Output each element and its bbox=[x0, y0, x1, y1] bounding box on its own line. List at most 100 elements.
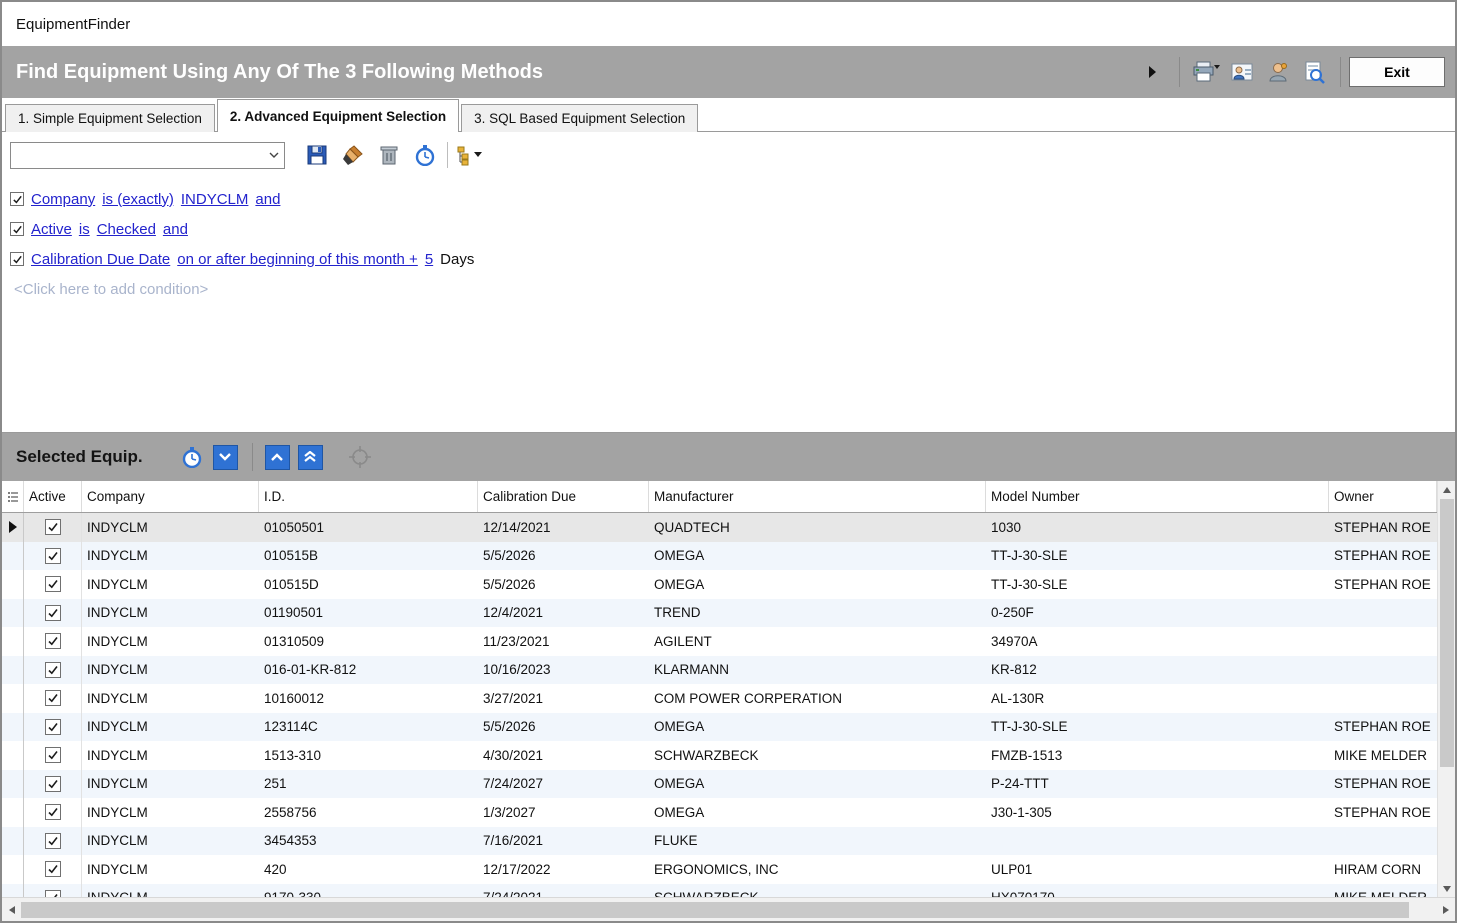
scroll-up-arrow[interactable] bbox=[1438, 481, 1455, 498]
checkbox[interactable] bbox=[45, 747, 61, 763]
field-list-icon[interactable] bbox=[452, 140, 488, 170]
checkbox[interactable] bbox=[45, 662, 61, 678]
table-row[interactable]: INDYCLM0105050112/14/2021QUADTECH1030STE… bbox=[2, 513, 1437, 542]
column-header-calibration-due[interactable]: Calibration Due bbox=[478, 481, 649, 512]
checkbox[interactable] bbox=[45, 890, 61, 897]
checkbox[interactable] bbox=[45, 576, 61, 592]
table-row[interactable]: INDYCLM2517/24/2027OMEGAP-24-TTTSTEPHAN … bbox=[2, 770, 1437, 799]
checkbox[interactable] bbox=[10, 222, 24, 236]
table-row[interactable]: INDYCLM1513-3104/30/2021SCHWARZBECKFMZB-… bbox=[2, 741, 1437, 770]
cell-owner: STEPHAN ROE bbox=[1329, 520, 1437, 535]
cell-id: 2558756 bbox=[259, 805, 478, 820]
checkbox[interactable] bbox=[45, 804, 61, 820]
condition-link[interactable]: Calibration Due Date bbox=[31, 251, 170, 268]
condition-list: Company is (exactly) INDYCLM and Active is Che… bbox=[10, 184, 1455, 274]
filter-preset-combobox[interactable] bbox=[10, 142, 285, 169]
checkbox[interactable] bbox=[45, 719, 61, 735]
condition-link[interactable]: Company bbox=[31, 191, 95, 208]
selected-equipment-bar: Selected Equip. bbox=[2, 433, 1455, 481]
stopwatch-icon[interactable] bbox=[407, 140, 443, 170]
scroll-down-arrow[interactable] bbox=[1438, 880, 1455, 897]
add-condition-link[interactable]: <Click here to add condition> bbox=[10, 274, 1455, 304]
row-indicator bbox=[2, 542, 24, 571]
chevron-down-button[interactable] bbox=[213, 445, 238, 470]
table-row[interactable]: INDYCLM25587561/3/2027OMEGAJ30-1-305STEP… bbox=[2, 798, 1437, 827]
condition-link[interactable]: is (exactly) bbox=[102, 191, 174, 208]
cell-manufacturer: OMEGA bbox=[649, 805, 986, 820]
checkbox[interactable] bbox=[45, 548, 61, 564]
checkbox[interactable] bbox=[10, 252, 24, 266]
row-indicator bbox=[2, 713, 24, 742]
expander-arrow-icon[interactable] bbox=[1141, 55, 1163, 89]
column-header-i-d[interactable]: I.D. bbox=[259, 481, 478, 512]
grid-menu-icon[interactable] bbox=[2, 481, 24, 512]
checkbox[interactable] bbox=[45, 776, 61, 792]
active-checkbox-cell bbox=[24, 741, 82, 770]
condition-link[interactable]: INDYCLM bbox=[181, 191, 249, 208]
user-card-icon[interactable] bbox=[1224, 55, 1260, 89]
cell-company: INDYCLM bbox=[82, 805, 259, 820]
condition-link[interactable]: Checked bbox=[97, 221, 156, 238]
tab-2-advanced-equipment-selection[interactable]: 2. Advanced Equipment Selection bbox=[217, 99, 459, 132]
condition-link[interactable]: and bbox=[163, 221, 188, 238]
vertical-scrollbar[interactable] bbox=[1437, 481, 1455, 897]
chevron-up-button[interactable] bbox=[265, 445, 290, 470]
vertical-scroll-thumb[interactable] bbox=[1440, 499, 1454, 767]
condition-text: Days bbox=[440, 251, 474, 268]
chevron-down-icon[interactable] bbox=[264, 152, 284, 158]
table-row[interactable]: INDYCLM34543537/16/2021FLUKE bbox=[2, 827, 1437, 856]
table-row[interactable]: INDYCLM123114C5/5/2026OMEGATT-J-30-SLEST… bbox=[2, 713, 1437, 742]
table-row[interactable]: INDYCLM42012/17/2022ERGONOMICS, INCULP01… bbox=[2, 855, 1437, 884]
condition-link[interactable]: is bbox=[79, 221, 90, 238]
delete-icon[interactable] bbox=[371, 140, 407, 170]
column-header-manufacturer[interactable]: Manufacturer bbox=[649, 481, 986, 512]
filter-condition: Calibration Due Date on or after beginnin… bbox=[10, 244, 1455, 274]
table-row[interactable]: INDYCLM010515B5/5/2026OMEGATT-J-30-SLEST… bbox=[2, 542, 1437, 571]
table-row[interactable]: INDYCLM0119050112/4/2021TREND0-250F bbox=[2, 599, 1437, 628]
checkbox[interactable] bbox=[10, 192, 24, 206]
scroll-right-arrow[interactable] bbox=[1436, 898, 1455, 921]
table-row[interactable]: INDYCLM101600123/27/2021COM POWER CORPER… bbox=[2, 684, 1437, 713]
save-icon[interactable] bbox=[299, 140, 335, 170]
column-header-model-number[interactable]: Model Number bbox=[986, 481, 1329, 512]
checkbox[interactable] bbox=[45, 519, 61, 535]
table-row[interactable]: INDYCLM016-01-KR-81210/16/2023KLARMANNKR… bbox=[2, 656, 1437, 685]
condition-link[interactable]: on or after beginning of this month + bbox=[177, 251, 418, 268]
brush-icon[interactable] bbox=[335, 140, 371, 170]
printer-icon[interactable] bbox=[1188, 55, 1224, 89]
cell-cal_due: 3/27/2021 bbox=[478, 691, 649, 706]
cell-manufacturer: OMEGA bbox=[649, 577, 986, 592]
active-checkbox-cell bbox=[24, 684, 82, 713]
cell-id: 1513-310 bbox=[259, 748, 478, 763]
cell-manufacturer: OMEGA bbox=[649, 548, 986, 563]
checkbox[interactable] bbox=[45, 605, 61, 621]
table-row[interactable]: INDYCLM0131050911/23/2021AGILENT34970A bbox=[2, 627, 1437, 656]
horizontal-scroll-thumb[interactable] bbox=[21, 902, 1409, 918]
column-header-active[interactable]: Active bbox=[24, 481, 82, 512]
user-icon[interactable] bbox=[1260, 55, 1296, 89]
table-row[interactable]: INDYCLM9170-3307/24/2021SCHWARZBECKHX070… bbox=[2, 884, 1437, 898]
tab-1-simple-equipment-selection[interactable]: 1. Simple Equipment Selection bbox=[5, 104, 215, 132]
stopwatch-icon[interactable] bbox=[177, 442, 207, 472]
condition-link[interactable]: 5 bbox=[425, 251, 433, 268]
double-chevron-up-button[interactable] bbox=[298, 445, 323, 470]
cell-id: 420 bbox=[259, 862, 478, 877]
table-row[interactable]: INDYCLM010515D5/5/2026OMEGATT-J-30-SLEST… bbox=[2, 570, 1437, 599]
checkbox[interactable] bbox=[45, 833, 61, 849]
column-header-company[interactable]: Company bbox=[82, 481, 259, 512]
checkbox[interactable] bbox=[45, 633, 61, 649]
horizontal-scrollbar[interactable] bbox=[2, 897, 1455, 921]
active-checkbox-cell bbox=[24, 570, 82, 599]
condition-link[interactable]: and bbox=[255, 191, 280, 208]
checkbox[interactable] bbox=[45, 861, 61, 877]
cell-model: KR-812 bbox=[986, 662, 1329, 677]
checkbox[interactable] bbox=[45, 690, 61, 706]
exit-button[interactable]: Exit bbox=[1349, 57, 1445, 87]
tab-3-sql-based-equipment-selection[interactable]: 3. SQL Based Equipment Selection bbox=[461, 104, 698, 132]
column-header-owner[interactable]: Owner bbox=[1329, 481, 1437, 512]
print-preview-icon[interactable] bbox=[1296, 55, 1332, 89]
crosshair-icon[interactable] bbox=[345, 442, 375, 472]
grid-body: INDYCLM0105050112/14/2021QUADTECH1030STE… bbox=[2, 513, 1437, 897]
scroll-left-arrow[interactable] bbox=[2, 898, 21, 921]
condition-link[interactable]: Active bbox=[31, 221, 72, 238]
